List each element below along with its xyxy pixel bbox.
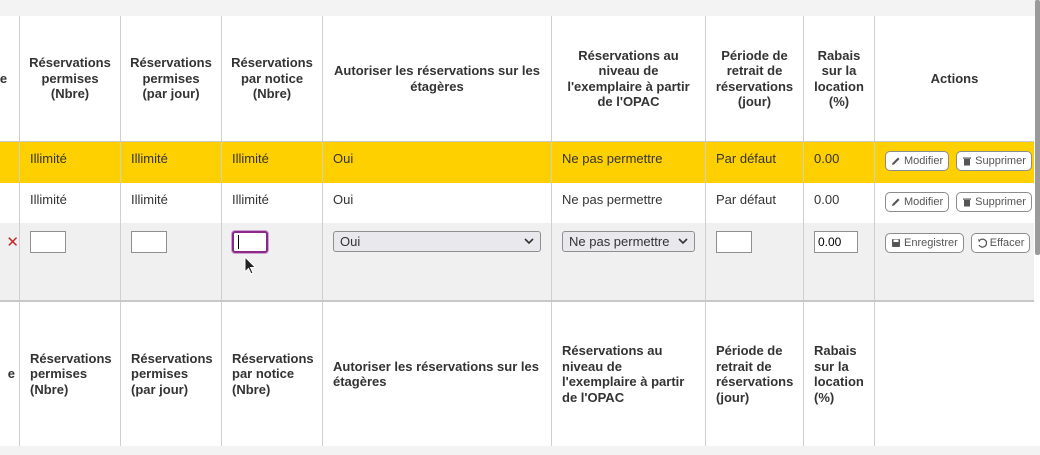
cell-holds-per-record: Illimité [222, 142, 323, 183]
holds-allowed-input[interactable] [30, 231, 66, 253]
header-clipped-text: e [0, 70, 8, 86]
cell-holds-allowed: Illimité [20, 183, 121, 223]
cell-on-shelf-holds: Oui [323, 183, 552, 223]
delete-button-label: Supprimer [975, 155, 1026, 167]
footer-actions [875, 302, 1034, 446]
header-actions: Actions [930, 70, 979, 86]
footer-holds-per-day: Réservations permises (par jour) [121, 302, 222, 446]
cell-hold-pickup-period-input [706, 223, 804, 300]
row-cell-clipped [0, 183, 20, 223]
table-footer-row: e Réservations permises (Nbre) Réservati… [0, 302, 1034, 447]
footer-on-shelf-holds: Autoriser les réservations sur les étagè… [323, 302, 552, 446]
hold-pickup-period-input[interactable] [716, 231, 752, 253]
header-holds-per-day: Réservations permises (par jour) [121, 16, 222, 141]
trash-icon [963, 198, 972, 207]
mouse-pointer-icon [244, 256, 257, 275]
edit-button[interactable]: Modifier [885, 151, 950, 171]
header-hold-pickup-period: Période de retrait de réservations (jour… [706, 16, 804, 141]
clear-cell: ✕ [0, 223, 20, 300]
header-holds-per-record: Réservations par notice (Nbre) [222, 16, 323, 141]
pencil-icon [892, 157, 900, 165]
cell-holds-per-day: Illimité [121, 142, 222, 183]
footer-cell-clipped: e [0, 302, 20, 446]
table-row: Illimité Illimité Illimité Oui Ne pas pe… [0, 183, 1034, 224]
cell-opac-item-level: Ne pas permettre [552, 183, 706, 223]
cell-on-shelf-holds: Oui [323, 142, 552, 183]
table-row: Illimité Illimité Illimité Oui Ne pas pe… [0, 142, 1034, 184]
bottom-band [0, 446, 1040, 455]
header-rental-discount: Rabais sur la location (%) [804, 16, 875, 141]
delete-button-label: Supprimer [975, 196, 1026, 208]
top-band [0, 0, 1040, 16]
on-shelf-holds-select[interactable]: Oui [333, 231, 541, 252]
clear-button[interactable]: Effacer [970, 233, 1031, 253]
edit-button-label: Modifier [904, 155, 944, 167]
edit-button-label: Modifier [904, 196, 944, 208]
vertical-scrollbar[interactable] [1035, 0, 1040, 255]
cell-hold-pickup-period: Par défaut [706, 183, 804, 223]
trash-icon [963, 157, 972, 166]
opac-item-level-select[interactable]: Ne pas permettre [562, 231, 695, 252]
footer-holds-per-record: Réservations par notice (Nbre) [222, 302, 323, 446]
save-button[interactable]: Enregistrer [885, 233, 964, 253]
chevron-down-icon [678, 238, 688, 245]
cell-holds-allowed: Illimité [20, 142, 121, 183]
holds-per-day-input[interactable] [131, 231, 167, 253]
footer-opac-item-level: Réservations au niveau de l'exemplaire à… [552, 302, 706, 446]
header-cell-clipped: e [0, 16, 20, 141]
cell-opac-item-level-select: Ne pas permettre [552, 223, 706, 300]
opac-item-level-select-value: Ne pas permettre [569, 234, 670, 249]
undo-icon [977, 238, 987, 248]
footer-clipped-text: e [7, 366, 15, 382]
header-opac-item-level: Réservations au niveau de l'exemplaire à… [552, 16, 706, 141]
cell-hold-pickup-period: Par défaut [706, 142, 804, 183]
edit-rule-row: ✕ Oui Ne pas permettre 0.00 Enregistrer … [0, 223, 1034, 302]
delete-button[interactable]: Supprimer [956, 151, 1032, 171]
cell-holds-allowed-input [20, 223, 121, 300]
cell-actions: Modifier Supprimer [875, 142, 1034, 183]
table-header-row: e Réservations permises (Nbre) Réservati… [0, 16, 1034, 143]
header-on-shelf-holds: Autoriser les réservations sur les étagè… [323, 16, 552, 141]
cell-edit-actions: Enregistrer Effacer [875, 223, 1034, 300]
cell-actions: Modifier Supprimer [875, 183, 1034, 223]
cell-rental-discount: 0.00 [804, 142, 875, 183]
clear-icon[interactable]: ✕ [6, 233, 19, 251]
cell-rental-discount-input [804, 223, 875, 300]
cell-holds-per-record: Illimité [222, 183, 323, 223]
save-button-label: Enregistrer [904, 237, 958, 249]
delete-button[interactable]: Supprimer [956, 192, 1032, 212]
footer-rental-discount: Rabais sur la location (%) [804, 302, 875, 446]
rental-discount-input[interactable] [814, 231, 858, 253]
edit-button[interactable]: Modifier [885, 192, 950, 212]
row-cell-clipped [0, 142, 20, 183]
cell-opac-item-level: Ne pas permettre [552, 142, 706, 183]
cell-holds-per-day: Illimité [121, 183, 222, 223]
chevron-down-icon [524, 238, 534, 245]
header-holds-allowed: Réservations permises (Nbre) [20, 16, 121, 141]
on-shelf-holds-select-value: Oui [340, 234, 361, 249]
cell-holds-per-record-input [222, 223, 323, 300]
footer-hold-pickup-period: Période de retrait de réservations (jour… [706, 302, 804, 446]
cell-on-shelf-select: Oui [323, 223, 552, 300]
footer-holds-allowed: Réservations permises (Nbre) [20, 302, 121, 446]
holds-per-record-input[interactable] [232, 231, 268, 253]
cell-rental-discount: 0.00 [804, 183, 875, 223]
clear-button-label: Effacer [989, 237, 1025, 249]
pencil-icon [892, 198, 900, 206]
cell-holds-per-day-input [121, 223, 222, 300]
save-icon [892, 239, 900, 247]
text-caret [238, 235, 239, 249]
